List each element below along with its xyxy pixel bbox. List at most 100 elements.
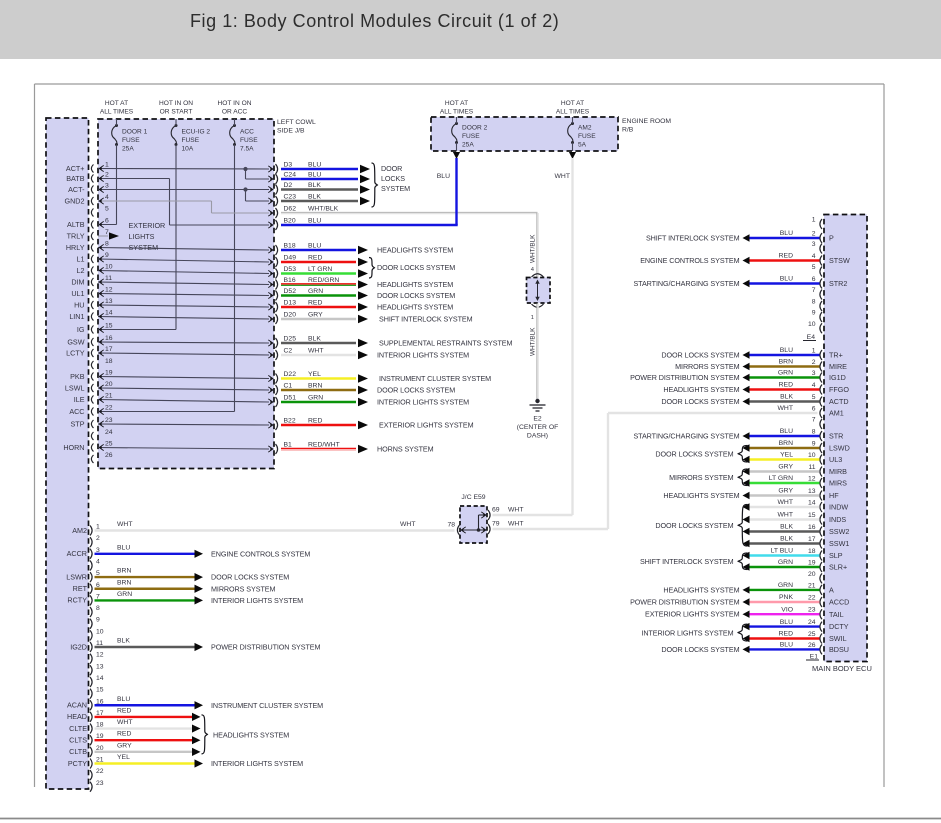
svg-text:6: 6 bbox=[105, 218, 109, 225]
svg-text:HEADLIGHTS SYSTEM: HEADLIGHTS SYSTEM bbox=[377, 246, 453, 255]
svg-text:POWER DISTRIBUTION SYSTEM: POWER DISTRIBUTION SYSTEM bbox=[630, 598, 740, 607]
svg-text:WHT: WHT bbox=[308, 348, 323, 355]
svg-text:17: 17 bbox=[808, 536, 816, 543]
svg-text:4: 4 bbox=[812, 253, 816, 260]
svg-text:SLR+: SLR+ bbox=[829, 563, 847, 572]
svg-text:7: 7 bbox=[105, 229, 109, 236]
svg-text:RED: RED bbox=[779, 253, 793, 260]
svg-text:DOOR LOCKS SYSTEM: DOOR LOCKS SYSTEM bbox=[661, 645, 739, 654]
svg-text:12: 12 bbox=[96, 652, 104, 659]
svg-text:GRN: GRN bbox=[117, 591, 132, 598]
svg-text:18: 18 bbox=[105, 358, 113, 365]
svg-text:4: 4 bbox=[812, 382, 816, 389]
svg-text:RED: RED bbox=[117, 731, 131, 738]
svg-text:BRN: BRN bbox=[117, 568, 131, 575]
svg-text:B18: B18 bbox=[284, 243, 296, 250]
svg-text:13: 13 bbox=[96, 663, 104, 670]
svg-text:FUSE: FUSE bbox=[462, 133, 480, 140]
svg-text:14: 14 bbox=[105, 310, 113, 317]
svg-text:WHT/BLK: WHT/BLK bbox=[308, 206, 339, 213]
svg-text:1: 1 bbox=[812, 348, 816, 355]
svg-text:DCTY: DCTY bbox=[829, 622, 849, 631]
svg-text:HEADLIGHTS SYSTEM: HEADLIGHTS SYSTEM bbox=[377, 280, 453, 289]
svg-text:ALTB: ALTB bbox=[67, 220, 85, 229]
svg-text:EXTERIOR LIGHTS SYSTEM: EXTERIOR LIGHTS SYSTEM bbox=[645, 610, 740, 619]
svg-text:RED: RED bbox=[308, 418, 322, 425]
svg-text:25A: 25A bbox=[122, 146, 134, 153]
svg-text:(CENTER OF: (CENTER OF bbox=[517, 424, 559, 431]
svg-text:11: 11 bbox=[105, 275, 112, 282]
svg-text:5: 5 bbox=[105, 206, 109, 213]
svg-text:B22: B22 bbox=[284, 418, 296, 425]
svg-text:BLU: BLU bbox=[780, 230, 793, 237]
svg-text:YEL: YEL bbox=[780, 452, 793, 459]
svg-text:Fig 1: Body Control Modules Ci: Fig 1: Body Control Modules Circuit (1 o… bbox=[190, 11, 559, 31]
svg-text:1: 1 bbox=[531, 315, 534, 321]
svg-text:16: 16 bbox=[105, 335, 113, 342]
svg-text:BRN: BRN bbox=[117, 579, 131, 586]
svg-text:20: 20 bbox=[808, 571, 816, 578]
svg-text:26: 26 bbox=[105, 452, 113, 459]
svg-text:CLTB: CLTB bbox=[69, 747, 87, 756]
svg-text:MIRRORS SYSTEM: MIRRORS SYSTEM bbox=[211, 584, 275, 593]
svg-text:23: 23 bbox=[808, 607, 816, 614]
svg-text:1: 1 bbox=[105, 162, 109, 169]
svg-text:25: 25 bbox=[808, 631, 816, 638]
svg-text:GRY: GRY bbox=[117, 742, 132, 749]
svg-text:DOOR LOCKS SYSTEM: DOOR LOCKS SYSTEM bbox=[211, 573, 289, 582]
svg-text:BLU: BLU bbox=[308, 218, 321, 225]
svg-text:FFGO: FFGO bbox=[829, 385, 849, 394]
svg-text:ACC: ACC bbox=[69, 407, 84, 416]
svg-text:BLK: BLK bbox=[308, 336, 321, 343]
svg-text:D22: D22 bbox=[284, 371, 297, 378]
svg-text:BLU: BLU bbox=[780, 642, 793, 649]
svg-text:YEL: YEL bbox=[117, 754, 130, 761]
svg-text:22: 22 bbox=[96, 768, 104, 775]
svg-text:CLTS: CLTS bbox=[69, 736, 87, 745]
svg-text:RED: RED bbox=[308, 300, 322, 307]
svg-text:22: 22 bbox=[105, 405, 113, 412]
svg-text:9: 9 bbox=[96, 617, 100, 624]
svg-text:INTERIOR LIGHTS SYSTEM: INTERIOR LIGHTS SYSTEM bbox=[641, 628, 733, 637]
svg-text:WHT: WHT bbox=[508, 521, 523, 528]
svg-text:10: 10 bbox=[96, 628, 104, 635]
svg-text:STP: STP bbox=[71, 419, 85, 428]
svg-text:HEADLIGHTS SYSTEM: HEADLIGHTS SYSTEM bbox=[663, 491, 739, 500]
svg-text:DOOR LOCKS SYSTEM: DOOR LOCKS SYSTEM bbox=[655, 521, 733, 530]
svg-text:15: 15 bbox=[808, 512, 816, 519]
svg-text:WHT: WHT bbox=[778, 405, 793, 412]
svg-text:RET: RET bbox=[73, 584, 88, 593]
svg-text:MAIN BODY ECU: MAIN BODY ECU bbox=[812, 664, 872, 673]
svg-text:4: 4 bbox=[96, 558, 100, 565]
svg-text:HRLY: HRLY bbox=[66, 243, 85, 252]
svg-text:INTERIOR LIGHTS SYSTEM: INTERIOR LIGHTS SYSTEM bbox=[211, 759, 303, 768]
svg-text:8: 8 bbox=[96, 605, 100, 612]
svg-text:AM2: AM2 bbox=[578, 125, 592, 132]
svg-text:SLP: SLP bbox=[829, 551, 843, 560]
svg-text:78: 78 bbox=[447, 522, 455, 529]
svg-text:9: 9 bbox=[812, 441, 816, 448]
svg-text:8: 8 bbox=[105, 241, 109, 248]
svg-text:IG1D: IG1D bbox=[829, 373, 846, 382]
svg-text:WHT/BLK: WHT/BLK bbox=[529, 327, 536, 356]
svg-text:2: 2 bbox=[812, 359, 816, 366]
svg-text:BATB: BATB bbox=[66, 174, 84, 183]
svg-text:ENGINE CONTROLS SYSTEM: ENGINE CONTROLS SYSTEM bbox=[211, 549, 310, 558]
svg-text:LSWD: LSWD bbox=[829, 444, 850, 453]
svg-text:LT GRN: LT GRN bbox=[308, 266, 332, 273]
svg-text:13: 13 bbox=[105, 298, 113, 305]
svg-text:SUPPLEMENTAL RESTRAINTS SYSTEM: SUPPLEMENTAL RESTRAINTS SYSTEM bbox=[379, 339, 512, 348]
svg-text:1: 1 bbox=[812, 217, 816, 224]
svg-text:9: 9 bbox=[105, 252, 109, 259]
svg-text:R/B: R/B bbox=[622, 127, 634, 134]
svg-text:DOOR 1: DOOR 1 bbox=[122, 129, 148, 136]
svg-text:BLK: BLK bbox=[117, 638, 130, 645]
svg-text:SHIFT INTERLOCK SYSTEM: SHIFT INTERLOCK SYSTEM bbox=[379, 315, 473, 324]
svg-text:INTERIOR LIGHTS SYSTEM: INTERIOR LIGHTS SYSTEM bbox=[377, 351, 469, 360]
svg-text:D2: D2 bbox=[284, 182, 293, 189]
svg-text:HOT AT: HOT AT bbox=[561, 100, 584, 107]
svg-text:9: 9 bbox=[812, 310, 816, 317]
svg-text:BLK: BLK bbox=[780, 524, 793, 531]
svg-text:ACCR: ACCR bbox=[67, 549, 87, 558]
svg-text:GND2: GND2 bbox=[65, 196, 85, 205]
